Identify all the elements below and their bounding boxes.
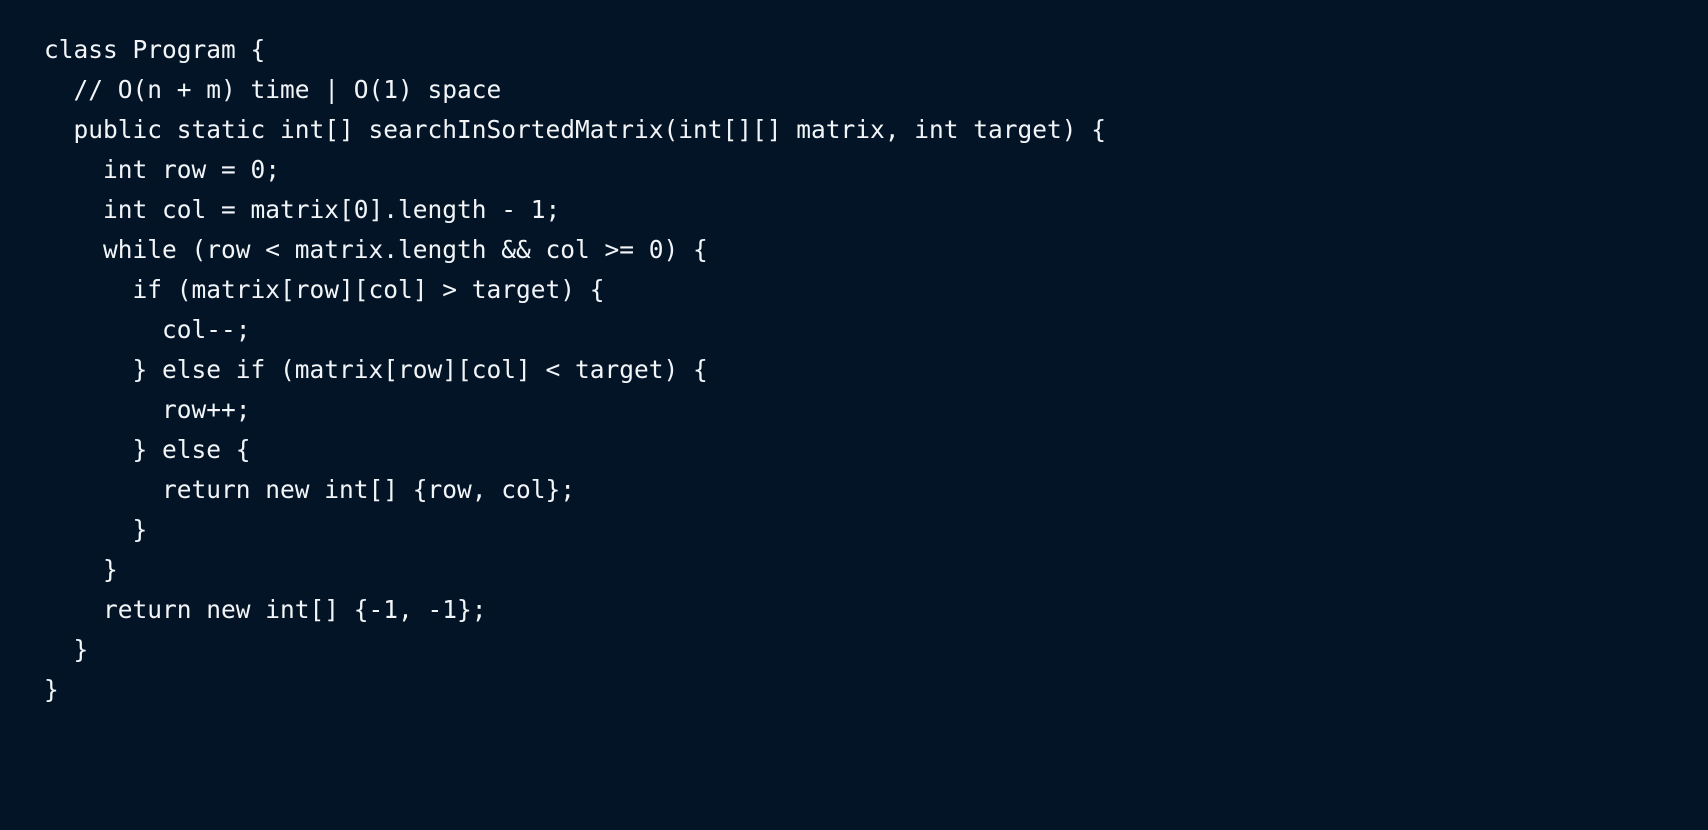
code-line-2: // O(n + m) time | O(1) space [44, 75, 502, 104]
code-line-13: } [44, 515, 148, 544]
code-line-12: return new int[] {row, col}; [44, 475, 576, 504]
code-line-7: if (matrix[row][col] > target) { [44, 275, 605, 304]
code-line-8: col--; [44, 315, 251, 344]
code-line-14: } [44, 555, 118, 584]
code-block: class Program { // O(n + m) time | O(1) … [44, 30, 1708, 710]
code-line-11: } else { [44, 435, 251, 464]
code-line-10: row++; [44, 395, 251, 424]
code-line-4: int row = 0; [44, 155, 281, 184]
code-line-16: } [44, 635, 89, 664]
code-viewer: class Program { // O(n + m) time | O(1) … [0, 0, 1708, 830]
code-line-17: } [44, 675, 59, 704]
code-line-6: while (row < matrix.length && col >= 0) … [44, 235, 708, 264]
code-line-15: return new int[] {-1, -1}; [44, 595, 487, 624]
code-line-5: int col = matrix[0].length - 1; [44, 195, 561, 224]
code-line-3: public static int[] searchInSortedMatrix… [44, 115, 1107, 144]
code-line-1: class Program { [44, 35, 266, 64]
code-line-9: } else if (matrix[row][col] < target) { [44, 355, 708, 384]
